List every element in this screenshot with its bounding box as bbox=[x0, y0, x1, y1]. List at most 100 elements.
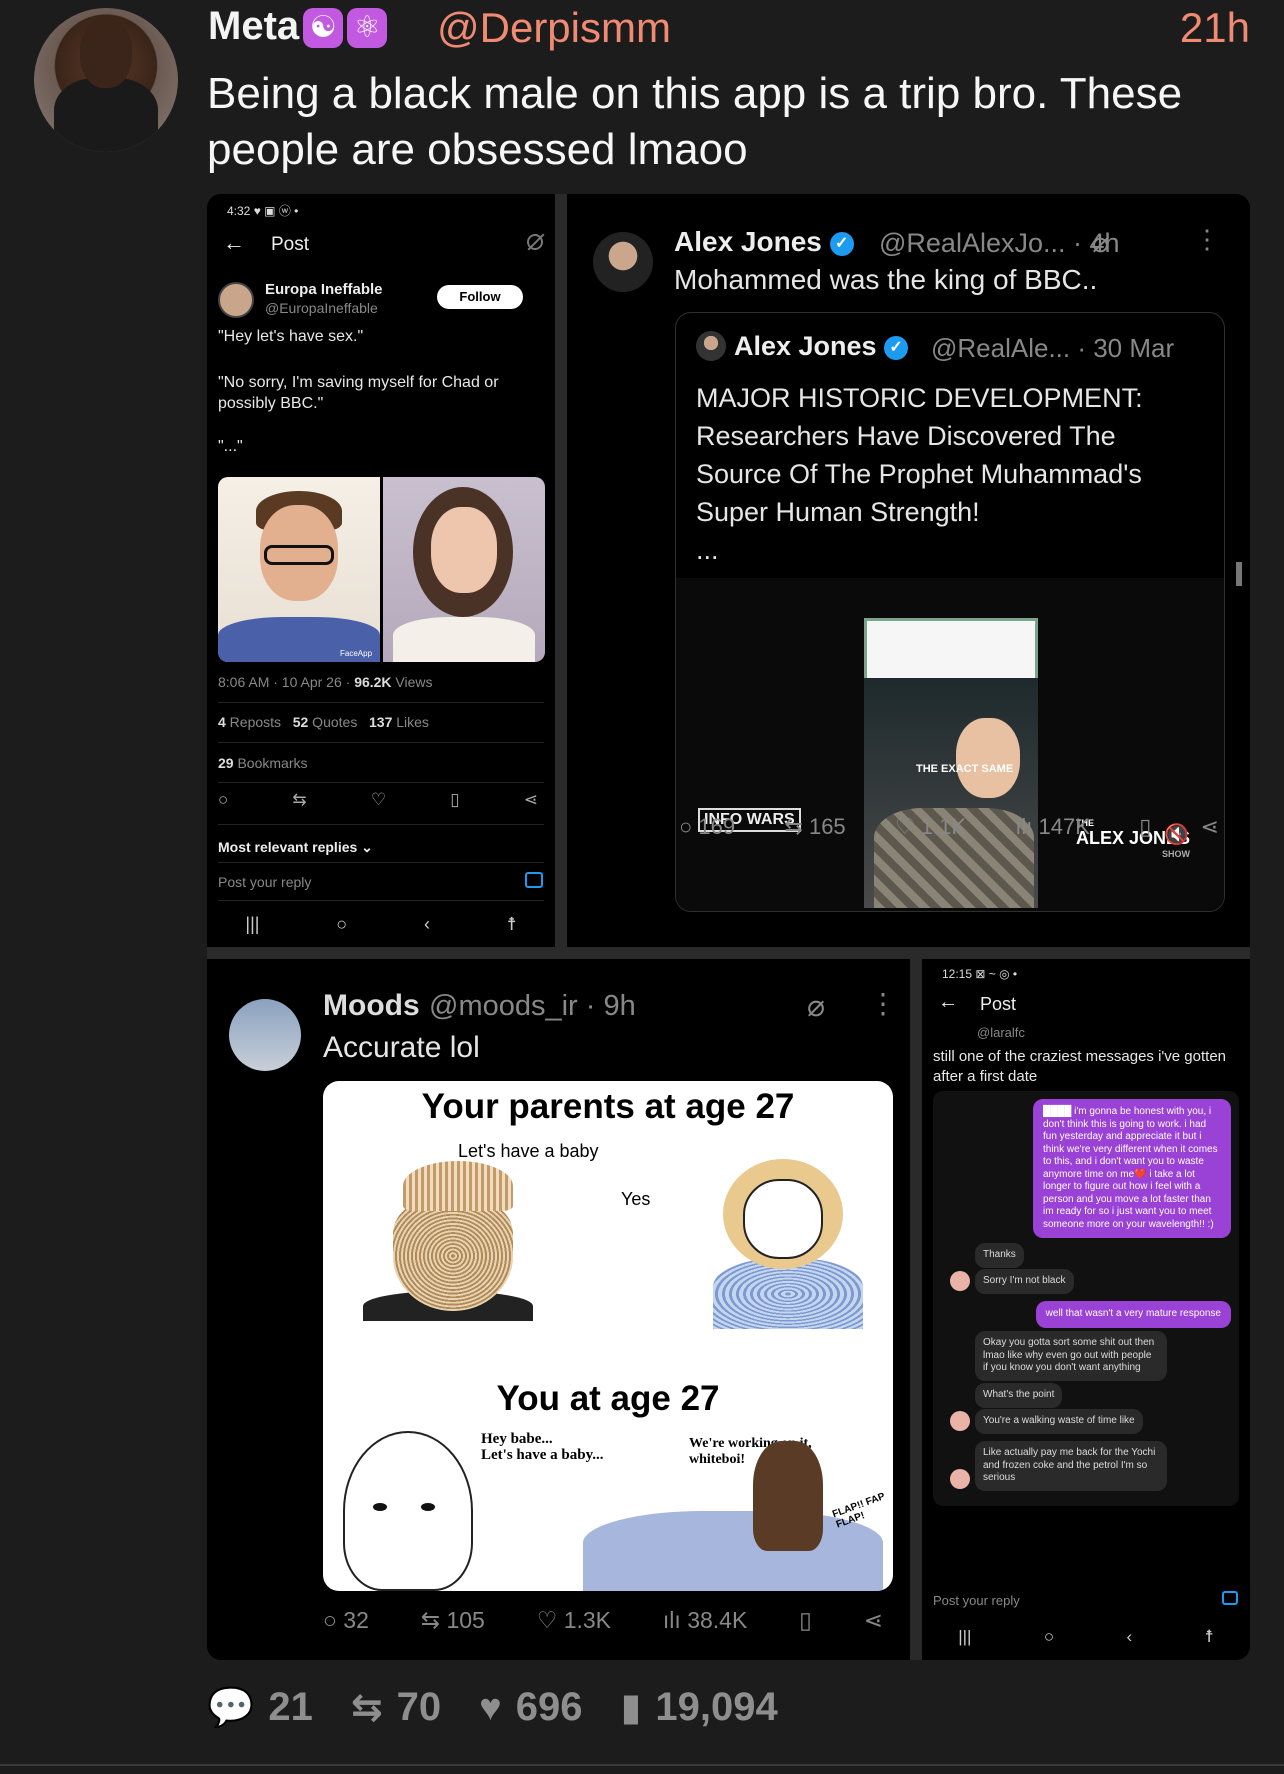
author-handle[interactable]: @EuropaIneffable bbox=[265, 300, 378, 316]
views-action[interactable]: ılı 38.4K bbox=[663, 1607, 747, 1634]
chat-message-received: Thanks bbox=[975, 1243, 1024, 1268]
avatar[interactable] bbox=[593, 232, 653, 292]
author-name-text[interactable]: Alex Jones bbox=[674, 226, 822, 257]
bookmark-icon[interactable]: ▯ bbox=[1139, 814, 1151, 840]
like-action[interactable]: ♡ 1.1K bbox=[895, 814, 966, 840]
screenshot-panel-alex-jones[interactable]: Alex Jones ✓ @RealAlexJo... · 4h ⌀ ⋮ Moh… bbox=[567, 194, 1250, 947]
action-bar[interactable]: ○ 32 ⇆ 105 ♡ 1.3K ılı 38.4K ▯ ⋖ bbox=[323, 1607, 883, 1634]
image-grid[interactable]: 4:32 ♥ ▣ ⓦ • ← Post Europa Ineffable @Eu… bbox=[207, 194, 1250, 1660]
back-arrow-icon[interactable]: ← bbox=[938, 991, 958, 1014]
username-text[interactable]: Meta bbox=[208, 4, 299, 48]
camera-icon[interactable] bbox=[1222, 1591, 1238, 1605]
likes-count[interactable]: 137 bbox=[369, 714, 392, 730]
meme-image[interactable]: Your parents at age 27 Let's have a baby… bbox=[323, 1081, 893, 1591]
android-nav-bar[interactable]: ||| ○ ‹ ☨ bbox=[207, 914, 555, 935]
author-handle[interactable]: @moods_ir · 9h bbox=[429, 990, 636, 1023]
bookmarks-count[interactable]: 29 bbox=[218, 755, 234, 771]
repost-icon[interactable]: ⇆ bbox=[292, 790, 306, 810]
like-icon[interactable]: ♡ bbox=[371, 790, 386, 810]
replies-filter-dropdown[interactable]: Most relevant replies ⌄ bbox=[218, 839, 373, 856]
reposts-label[interactable]: Reposts bbox=[226, 714, 281, 730]
avatar[interactable] bbox=[218, 282, 254, 318]
camera-icon[interactable] bbox=[525, 872, 543, 888]
views-icon[interactable]: ılı bbox=[663, 1607, 681, 1633]
reply-action[interactable]: 💬 21 bbox=[207, 1685, 313, 1730]
home-icon[interactable]: ○ bbox=[1044, 1627, 1054, 1647]
quotes-label[interactable]: Quotes bbox=[308, 714, 357, 730]
avatar[interactable] bbox=[34, 8, 178, 152]
grok-icon[interactable]: ⌀ bbox=[807, 989, 825, 1024]
author-name[interactable]: Europa Ineffable bbox=[265, 281, 383, 298]
action-bar[interactable]: ○ 169 ⇆ 165 ♡ 1.1K ılı 147K ▯ ⋖ bbox=[679, 814, 1219, 840]
screenshot-panel-europa[interactable]: 4:32 ♥ ▣ ⓦ • ← Post Europa Ineffable @Eu… bbox=[207, 194, 555, 947]
author-name[interactable]: Alex Jones ✓ bbox=[674, 226, 854, 258]
bookmarks-label[interactable]: Bookmarks bbox=[234, 755, 307, 771]
views-icon[interactable]: ▮ bbox=[620, 1687, 641, 1729]
video-player[interactable]: THE EXACT SAME INFO WARS THE ALEX JONES SH… bbox=[676, 578, 1224, 911]
likes-label[interactable]: Likes bbox=[392, 714, 429, 730]
more-options-icon[interactable]: ⋮ bbox=[869, 987, 897, 1020]
share-icon[interactable]: ⋖ bbox=[1201, 814, 1219, 840]
back-arrow-icon[interactable]: ← bbox=[223, 230, 245, 256]
accessibility-icon[interactable]: ☨ bbox=[507, 914, 517, 935]
repost-icon[interactable]: ⇆ bbox=[421, 1607, 440, 1633]
author-name[interactable]: Moods bbox=[323, 989, 420, 1023]
action-bar[interactable]: ○ ⇆ ♡ ▯ ⋖ bbox=[218, 790, 538, 810]
bookmark-stats[interactable]: 29 Bookmarks bbox=[218, 755, 308, 771]
grok-icon[interactable] bbox=[527, 234, 543, 250]
like-icon[interactable]: ♡ bbox=[537, 1607, 558, 1633]
reposts-count[interactable]: 4 bbox=[218, 714, 226, 730]
author-handle[interactable]: @RealAlexJo... · 4h bbox=[879, 228, 1120, 259]
share-icon[interactable]: ⋖ bbox=[864, 1607, 883, 1634]
avatar[interactable] bbox=[229, 999, 301, 1071]
android-nav-bar[interactable]: ||| ○ ‹ ☨ bbox=[922, 1627, 1250, 1647]
share-icon[interactable]: ⋖ bbox=[524, 790, 538, 810]
reply-icon[interactable]: ○ bbox=[218, 790, 228, 810]
reply-action[interactable]: ○ 169 bbox=[679, 814, 735, 840]
post-action-bar[interactable]: 💬 21 ⇆ 70 ♥ 696 ▮ 19,094 bbox=[207, 1685, 778, 1730]
like-action[interactable]: ♡ 1.3K bbox=[537, 1607, 611, 1634]
quote-author-handle[interactable]: @RealAle... · 30 Mar bbox=[931, 333, 1174, 364]
author-handle[interactable]: @laralfc bbox=[977, 1025, 1025, 1040]
repost-icon[interactable]: ⇆ bbox=[351, 1687, 383, 1729]
screenshot-panel-moods[interactable]: Moods @moods_ir · 9h ⌀ ⋮ Accurate lol Yo… bbox=[207, 959, 910, 1660]
avatar[interactable] bbox=[696, 331, 726, 361]
views-action[interactable]: ılı 147K bbox=[1015, 814, 1090, 840]
reply-action[interactable]: ○ 32 bbox=[323, 1607, 369, 1634]
post-handle[interactable]: @Derpismm bbox=[437, 4, 671, 52]
heart-icon[interactable]: ♥ bbox=[479, 1687, 502, 1729]
bookmark-icon[interactable]: ▯ bbox=[799, 1607, 812, 1634]
quote-author-name[interactable]: Alex Jones ✓ bbox=[734, 331, 909, 362]
repost-action[interactable]: ⇆ 165 bbox=[784, 814, 845, 840]
bookmark-icon[interactable]: ▯ bbox=[450, 790, 459, 810]
reply-input[interactable]: Post your reply bbox=[933, 1593, 1020, 1608]
reply-icon[interactable]: ○ bbox=[323, 1607, 337, 1633]
reply-input[interactable]: Post your reply bbox=[218, 874, 311, 890]
views-icon[interactable]: ılı bbox=[1015, 814, 1032, 839]
recents-icon[interactable]: ||| bbox=[245, 914, 259, 935]
views-action[interactable]: ▮ 19,094 bbox=[620, 1685, 777, 1730]
engagement-stats[interactable]: 4 Reposts 52 Quotes 137 Likes bbox=[218, 714, 429, 730]
comment-icon[interactable]: 💬 bbox=[207, 1687, 254, 1729]
repost-action[interactable]: ⇆ 70 bbox=[351, 1685, 441, 1730]
nav-back-icon[interactable]: ‹ bbox=[1126, 1627, 1132, 1647]
post-username[interactable]: Meta ☯ ⚛ bbox=[208, 4, 388, 49]
quotes-count[interactable]: 52 bbox=[293, 714, 309, 730]
like-icon[interactable]: ♡ bbox=[895, 814, 915, 839]
recents-icon[interactable]: ||| bbox=[958, 1627, 971, 1647]
grok-icon[interactable]: ⌀ bbox=[1092, 226, 1109, 259]
repost-action[interactable]: ⇆ 105 bbox=[421, 1607, 485, 1634]
quote-author-text[interactable]: Alex Jones bbox=[734, 331, 877, 361]
repost-icon[interactable]: ⇆ bbox=[784, 814, 802, 839]
screenshot-panel-laralfc[interactable]: 12:15 ⊠ ~ ◎ • ← Post @laralfc still one … bbox=[922, 959, 1250, 1660]
more-options-icon[interactable]: ⋮ bbox=[1194, 224, 1220, 255]
reply-icon[interactable]: ○ bbox=[679, 814, 692, 839]
chat-screenshot[interactable]: ████ i'm gonna be honest with you, i don… bbox=[933, 1091, 1239, 1506]
scrollbar[interactable] bbox=[1236, 562, 1242, 586]
follow-button[interactable]: Follow bbox=[437, 285, 523, 309]
nav-back-icon[interactable]: ‹ bbox=[424, 914, 430, 935]
post-image[interactable]: FaceApp bbox=[218, 477, 545, 662]
accessibility-icon[interactable]: ☨ bbox=[1205, 1627, 1214, 1647]
home-icon[interactable]: ○ bbox=[336, 914, 347, 935]
like-action[interactable]: ♥ 696 bbox=[479, 1685, 582, 1730]
